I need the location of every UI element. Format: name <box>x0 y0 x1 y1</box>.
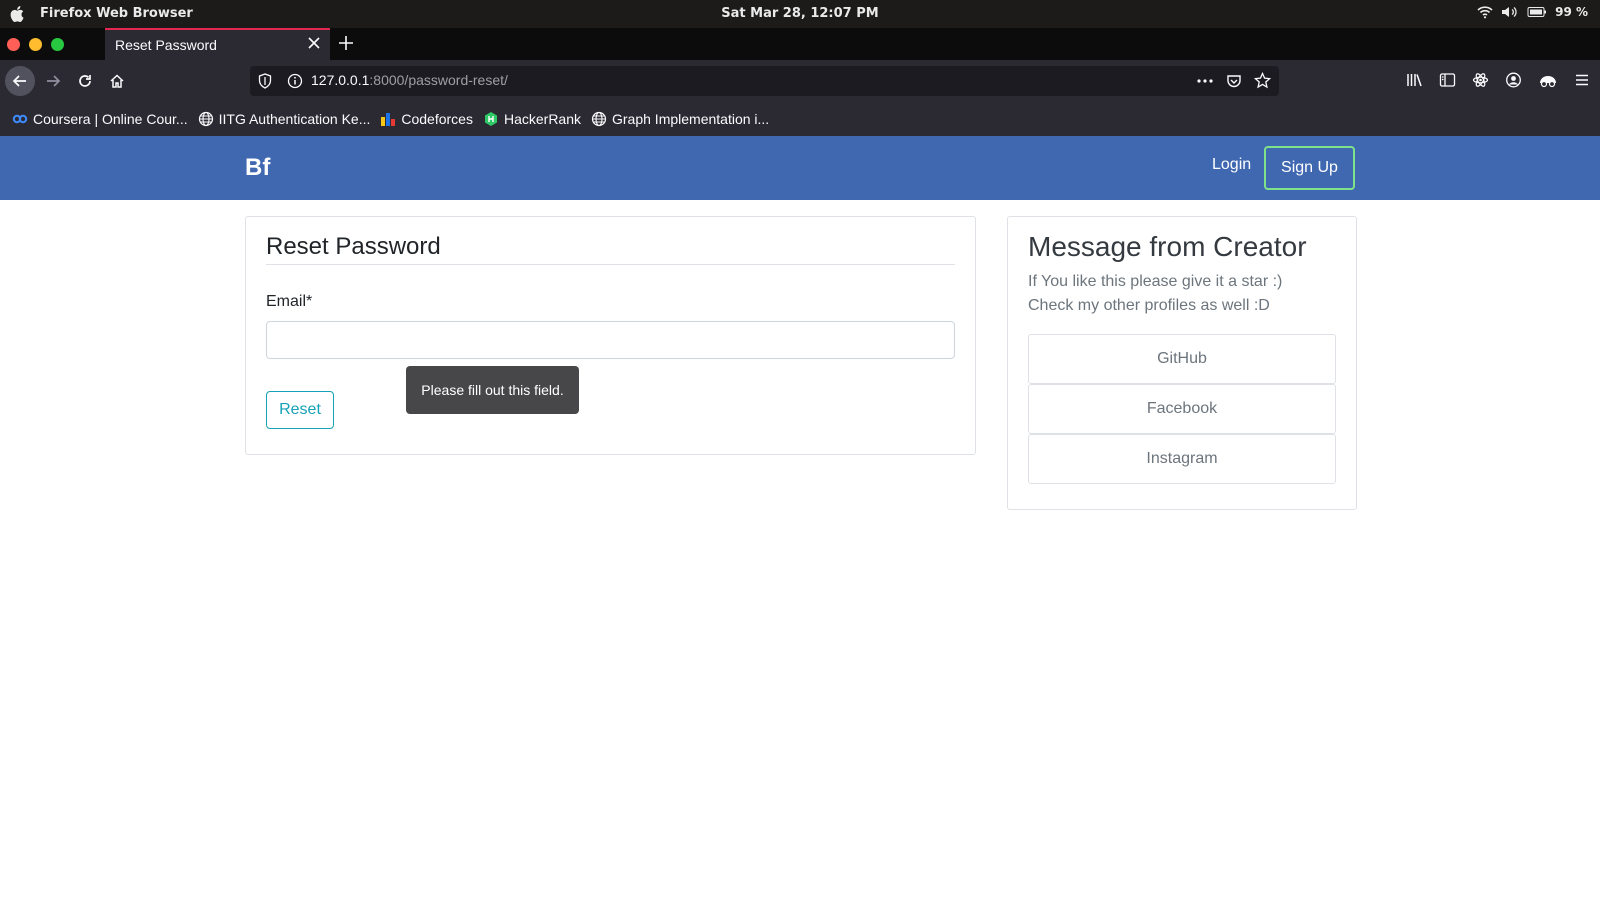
wifi-icon[interactable] <box>1477 5 1493 19</box>
reload-button[interactable] <box>70 66 100 96</box>
os-top-bar: Firefox Web Browser Sat Mar 28, 12:07 PM… <box>0 0 1600 28</box>
signup-button[interactable]: Sign Up <box>1264 146 1355 190</box>
bookmark-iitg-auth[interactable]: IITG Authentication Ke... <box>198 111 371 127</box>
toolbar-right <box>1406 72 1590 88</box>
hamburger-menu-icon[interactable] <box>1574 72 1590 88</box>
bookmark-label: Coursera | Online Cour... <box>33 111 188 127</box>
system-tray: 99 % <box>1477 5 1588 19</box>
message-line: Check my other profiles as well :D <box>1028 297 1270 314</box>
github-link[interactable]: GitHub <box>1028 334 1336 384</box>
site-info-icon[interactable] <box>287 73 303 89</box>
bookmark-label: Graph Implementation i... <box>612 111 770 127</box>
creator-message-card: Message from Creator If You like this pl… <box>1007 216 1357 510</box>
facebook-link[interactable]: Facebook <box>1028 384 1336 434</box>
globe-icon <box>198 111 213 127</box>
url-text[interactable]: 127.0.0.1:8000/password-reset/ <box>311 72 508 88</box>
active-app-name[interactable]: Firefox Web Browser <box>40 6 193 21</box>
bookmark-star-icon[interactable] <box>1254 72 1271 89</box>
window-minimize-button[interactable] <box>29 38 42 51</box>
close-tab-icon[interactable] <box>307 36 321 50</box>
bookmark-label: Codeforces <box>401 111 473 127</box>
tab-title: Reset Password <box>115 37 217 53</box>
login-link[interactable]: Login <box>1212 156 1251 174</box>
message-line: If You like this please give it a star :… <box>1028 273 1283 290</box>
message-title: Message from Creator <box>1028 231 1307 262</box>
sidebar-icon[interactable] <box>1439 72 1456 88</box>
divider <box>266 264 955 265</box>
window-close-button[interactable] <box>7 38 20 51</box>
bookmark-hackerrank[interactable]: HackerRank <box>483 111 581 127</box>
battery-icon[interactable] <box>1527 6 1547 18</box>
social-links-list: GitHub Facebook Instagram <box>1028 334 1336 484</box>
coursera-icon <box>12 114 28 124</box>
bookmark-label: IITG Authentication Ke... <box>218 111 371 127</box>
hackerrank-icon <box>484 112 497 126</box>
tracking-protection-shield-icon[interactable] <box>258 73 272 89</box>
url-host: 127.0.0.1 <box>311 72 370 88</box>
forward-arrow-icon <box>47 75 61 87</box>
back-button[interactable] <box>5 66 35 96</box>
pocket-icon[interactable] <box>1226 73 1242 89</box>
apple-icon[interactable] <box>10 5 26 23</box>
tab-reset-password[interactable]: Reset Password <box>105 28 330 60</box>
forward-button[interactable] <box>38 66 68 96</box>
bookmark-codeforces[interactable]: Codeforces <box>380 111 473 127</box>
codeforces-icon <box>381 113 396 126</box>
reset-password-card: Reset Password Email* Reset <box>245 216 976 455</box>
navigation-toolbar: 127.0.0.1:8000/password-reset/ <box>0 60 1600 102</box>
url-actions <box>1196 72 1271 89</box>
site-navbar: Bf Login Sign Up <box>0 136 1600 200</box>
url-path: :8000/password-reset/ <box>369 72 508 88</box>
new-tab-icon[interactable] <box>337 34 355 52</box>
card-title: Reset Password <box>266 233 441 260</box>
back-arrow-icon <box>12 75 26 87</box>
system-clock[interactable]: Sat Mar 28, 12:07 PM <box>0 6 1600 21</box>
reset-button[interactable]: Reset <box>266 391 334 429</box>
reload-icon <box>79 75 91 87</box>
home-icon <box>110 74 124 88</box>
battery-percent: 99 % <box>1555 5 1588 19</box>
extension-icon[interactable] <box>1538 72 1558 88</box>
validation-tooltip: Please fill out this field. <box>406 366 579 414</box>
tab-strip: Reset Password <box>0 28 1600 60</box>
library-icon[interactable] <box>1406 72 1423 88</box>
email-input[interactable] <box>266 321 955 359</box>
react-devtools-icon[interactable] <box>1472 72 1489 88</box>
bookmarks-toolbar: Coursera | Online Cour... IITG Authentic… <box>0 102 1600 136</box>
url-bar[interactable]: 127.0.0.1:8000/password-reset/ <box>250 66 1279 96</box>
bookmark-coursera[interactable]: Coursera | Online Cour... <box>12 111 188 127</box>
site-brand[interactable]: Bf <box>245 154 270 182</box>
instagram-link[interactable]: Instagram <box>1028 434 1336 484</box>
bookmark-graph-implementation[interactable]: Graph Implementation i... <box>591 111 769 127</box>
volume-icon[interactable] <box>1501 5 1519 19</box>
window-maximize-button[interactable] <box>51 38 64 51</box>
globe-icon <box>591 111 607 127</box>
bookmark-label: HackerRank <box>503 111 581 127</box>
account-icon[interactable] <box>1505 72 1522 88</box>
email-label: Email* <box>266 293 313 310</box>
home-button[interactable] <box>102 66 132 96</box>
page-actions-menu-icon[interactable] <box>1196 73 1214 89</box>
